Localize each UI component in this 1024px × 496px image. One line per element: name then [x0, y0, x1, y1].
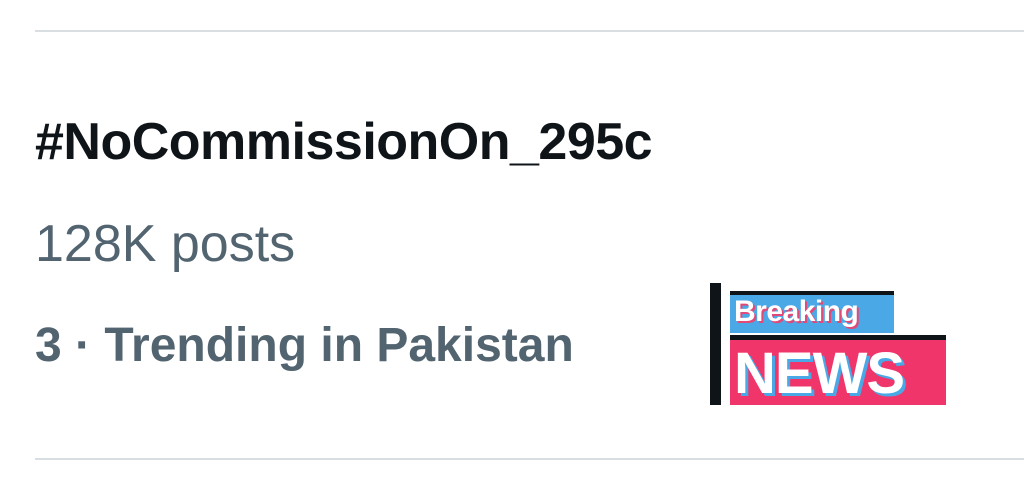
badge-bottom-banner: NEWS	[730, 335, 946, 406]
trend-hashtag[interactable]: #NoCommissionOn_295c	[35, 112, 653, 172]
trend-item[interactable]: #NoCommissionOn_295c 128K posts 3 · Tren…	[35, 0, 695, 496]
badge-bottom-text: NEWS	[734, 341, 905, 406]
badge-accent-bar	[710, 283, 721, 405]
bottom-divider	[35, 458, 1024, 460]
trend-context: 3 · Trending in Pakistan	[35, 319, 574, 372]
badge-top-text: Breaking	[734, 295, 859, 328]
trend-post-count: 128K posts	[35, 215, 296, 273]
badge-top-banner: Breaking	[730, 291, 894, 333]
breaking-news-badge: Breaking NEWS	[710, 283, 946, 406]
